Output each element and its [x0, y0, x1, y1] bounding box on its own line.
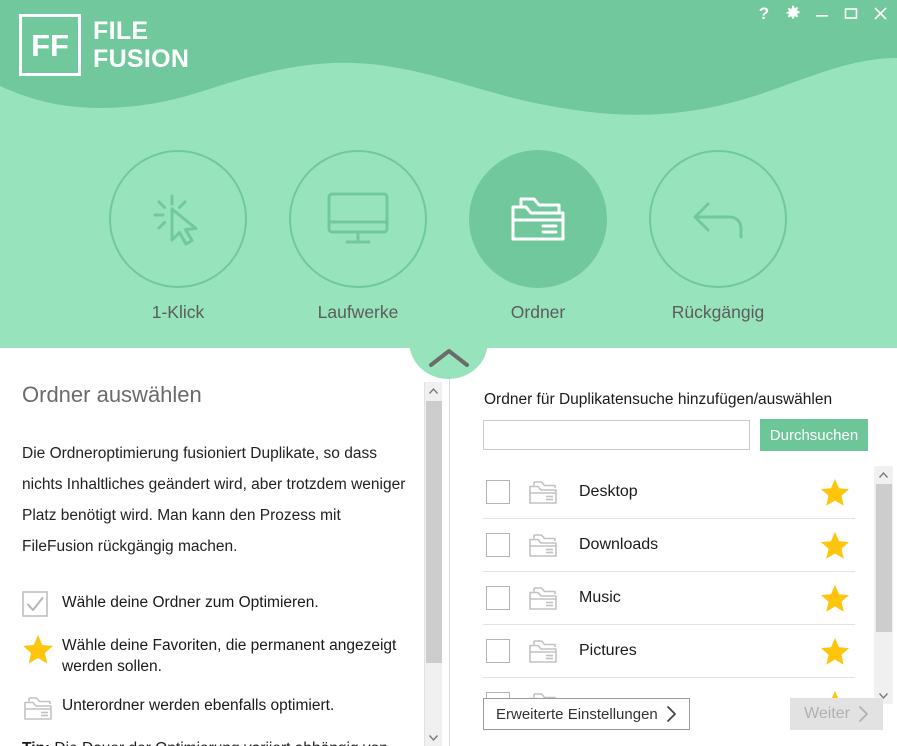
next-label: Weiter [804, 705, 850, 722]
nav-item-laufwerke[interactable]: Laufwerke [268, 150, 448, 323]
legend-item-star: Wähle deine Favoriten, die permanent ang… [22, 633, 410, 677]
close-icon[interactable] [871, 2, 889, 24]
scroll-up-icon[interactable] [425, 382, 442, 399]
star-icon [22, 633, 62, 665]
folder-list-scrollbar[interactable] [874, 466, 893, 704]
app-header: FF FILE FUSION ? 1-Klick Laufwerke Ordne… [0, 0, 897, 348]
legend-item-subfolder: Unterordner werden ebenfalls optimiert. [22, 693, 410, 722]
undo-arrow-icon [693, 202, 743, 239]
scroll-up-icon[interactable] [875, 466, 892, 483]
main-content: Ordner auswählen Die Ordneroptimierung f… [0, 348, 897, 746]
folders-icon [22, 693, 62, 722]
nav-item-ordner[interactable]: Ordner [448, 150, 628, 323]
next-button[interactable]: Weiter [790, 698, 883, 730]
favorite-star-icon[interactable] [820, 478, 850, 507]
scroll-thumb[interactable] [876, 484, 892, 632]
checkbox-checked-icon [22, 590, 62, 617]
tip-text: Tip: Die Dauer der Optimierung variiert … [22, 738, 410, 746]
primary-nav: 1-Klick Laufwerke Ordner Rückgängig [0, 150, 897, 323]
logo-monogram-box: FF [19, 14, 81, 76]
folder-row[interactable]: Pictures [483, 625, 855, 678]
folder-checkbox[interactable] [486, 586, 510, 610]
folder-icon [527, 478, 559, 506]
folder-checkbox[interactable] [486, 480, 510, 504]
nav-label-rueckgaengig: Rückgängig [671, 302, 765, 322]
legend-text-checkbox: Wähle deine Ordner zum Optimieren. [62, 594, 319, 611]
info-panel: Ordner auswählen Die Ordneroptimierung f… [0, 348, 424, 746]
legend-text-star: Wähle deine Favoriten, die permanent ang… [62, 637, 397, 675]
logo-wordmark-line1: FILE [93, 16, 149, 45]
scroll-down-icon[interactable] [425, 729, 442, 746]
folder-selection-panel: Ordner für Duplikatensuche hinzufügen/au… [460, 348, 897, 746]
chevron-right-icon [666, 706, 676, 722]
gear-icon[interactable] [784, 2, 802, 24]
folder-checkbox[interactable] [486, 533, 510, 557]
folder-name: Downloads [579, 536, 659, 553]
favorite-star-icon[interactable] [820, 584, 850, 613]
nav-label-laufwerke: Laufwerke [317, 302, 399, 322]
panel-divider [449, 376, 450, 746]
monitor-icon [327, 192, 389, 244]
browse-button[interactable]: Durchsuchen [760, 419, 868, 451]
cursor-click-icon [153, 194, 198, 246]
minimize-icon[interactable] [813, 2, 831, 24]
folder-row[interactable]: Desktop [483, 466, 855, 519]
folder-icon [527, 637, 559, 665]
info-panel-scrollbar[interactable] [424, 382, 442, 746]
nav-item-rueckgaengig[interactable]: Rückgängig [628, 150, 808, 323]
nav-circle-1klick [109, 150, 247, 288]
nav-label-ordner: Ordner [510, 302, 566, 322]
folder-path-input[interactable] [483, 420, 750, 450]
nav-circle-laufwerke [289, 150, 427, 288]
tip-label: Tip: [22, 740, 50, 746]
legend-text-subfolder: Unterordner werden ebenfalls optimiert. [62, 697, 335, 714]
favorite-star-icon[interactable] [820, 637, 850, 666]
folder-row[interactable]: Music [483, 572, 855, 625]
nav-item-1klick[interactable]: 1-Klick [88, 150, 268, 323]
legend-item-checkbox: Wähle deine Ordner zum Optimieren. [22, 590, 410, 617]
logo-wordmark: FILE FUSION [93, 17, 189, 74]
nav-circle-ordner [469, 150, 607, 288]
folder-icon [527, 531, 559, 559]
folder-rows: Desktop Downloads Music Pictures [483, 466, 855, 704]
logo-monogram: FF [31, 27, 69, 63]
folders-icon [511, 197, 565, 241]
maximize-icon[interactable] [842, 2, 860, 24]
chevron-up-icon [428, 349, 469, 367]
folder-name: Music [579, 589, 621, 606]
folder-checkbox[interactable] [486, 639, 510, 663]
folder-row[interactable]: Downloads [483, 519, 855, 572]
scroll-thumb[interactable] [426, 401, 442, 663]
folder-name: Desktop [579, 483, 638, 500]
folder-icon [527, 584, 559, 612]
favorite-star-icon[interactable] [820, 531, 850, 560]
nav-label-1klick: 1-Klick [151, 302, 205, 322]
advanced-settings-button[interactable]: Erweiterte Einstellungen [483, 698, 690, 730]
nav-circle-rueckgaengig [649, 150, 787, 288]
window-controls: ? [755, 2, 889, 24]
tip-body: Die Dauer der Optimierung variiert abhän… [50, 740, 387, 746]
intro-paragraph: Die Ordneroptimierung fusioniert Duplika… [22, 445, 406, 555]
chevron-right-icon [859, 706, 868, 722]
add-folder-label: Ordner für Duplikatensuche hinzufügen/au… [484, 391, 833, 408]
logo-wordmark-line2: FUSION [93, 45, 190, 73]
page-title: Ordner auswählen [22, 382, 202, 407]
folder-list: Desktop Downloads Music Pictures [483, 466, 873, 704]
app-logo: FF FILE FUSION [19, 14, 189, 76]
advanced-settings-label: Erweiterte Einstellungen [496, 705, 658, 723]
folder-name: Pictures [579, 642, 637, 659]
help-icon[interactable]: ? [755, 2, 773, 24]
